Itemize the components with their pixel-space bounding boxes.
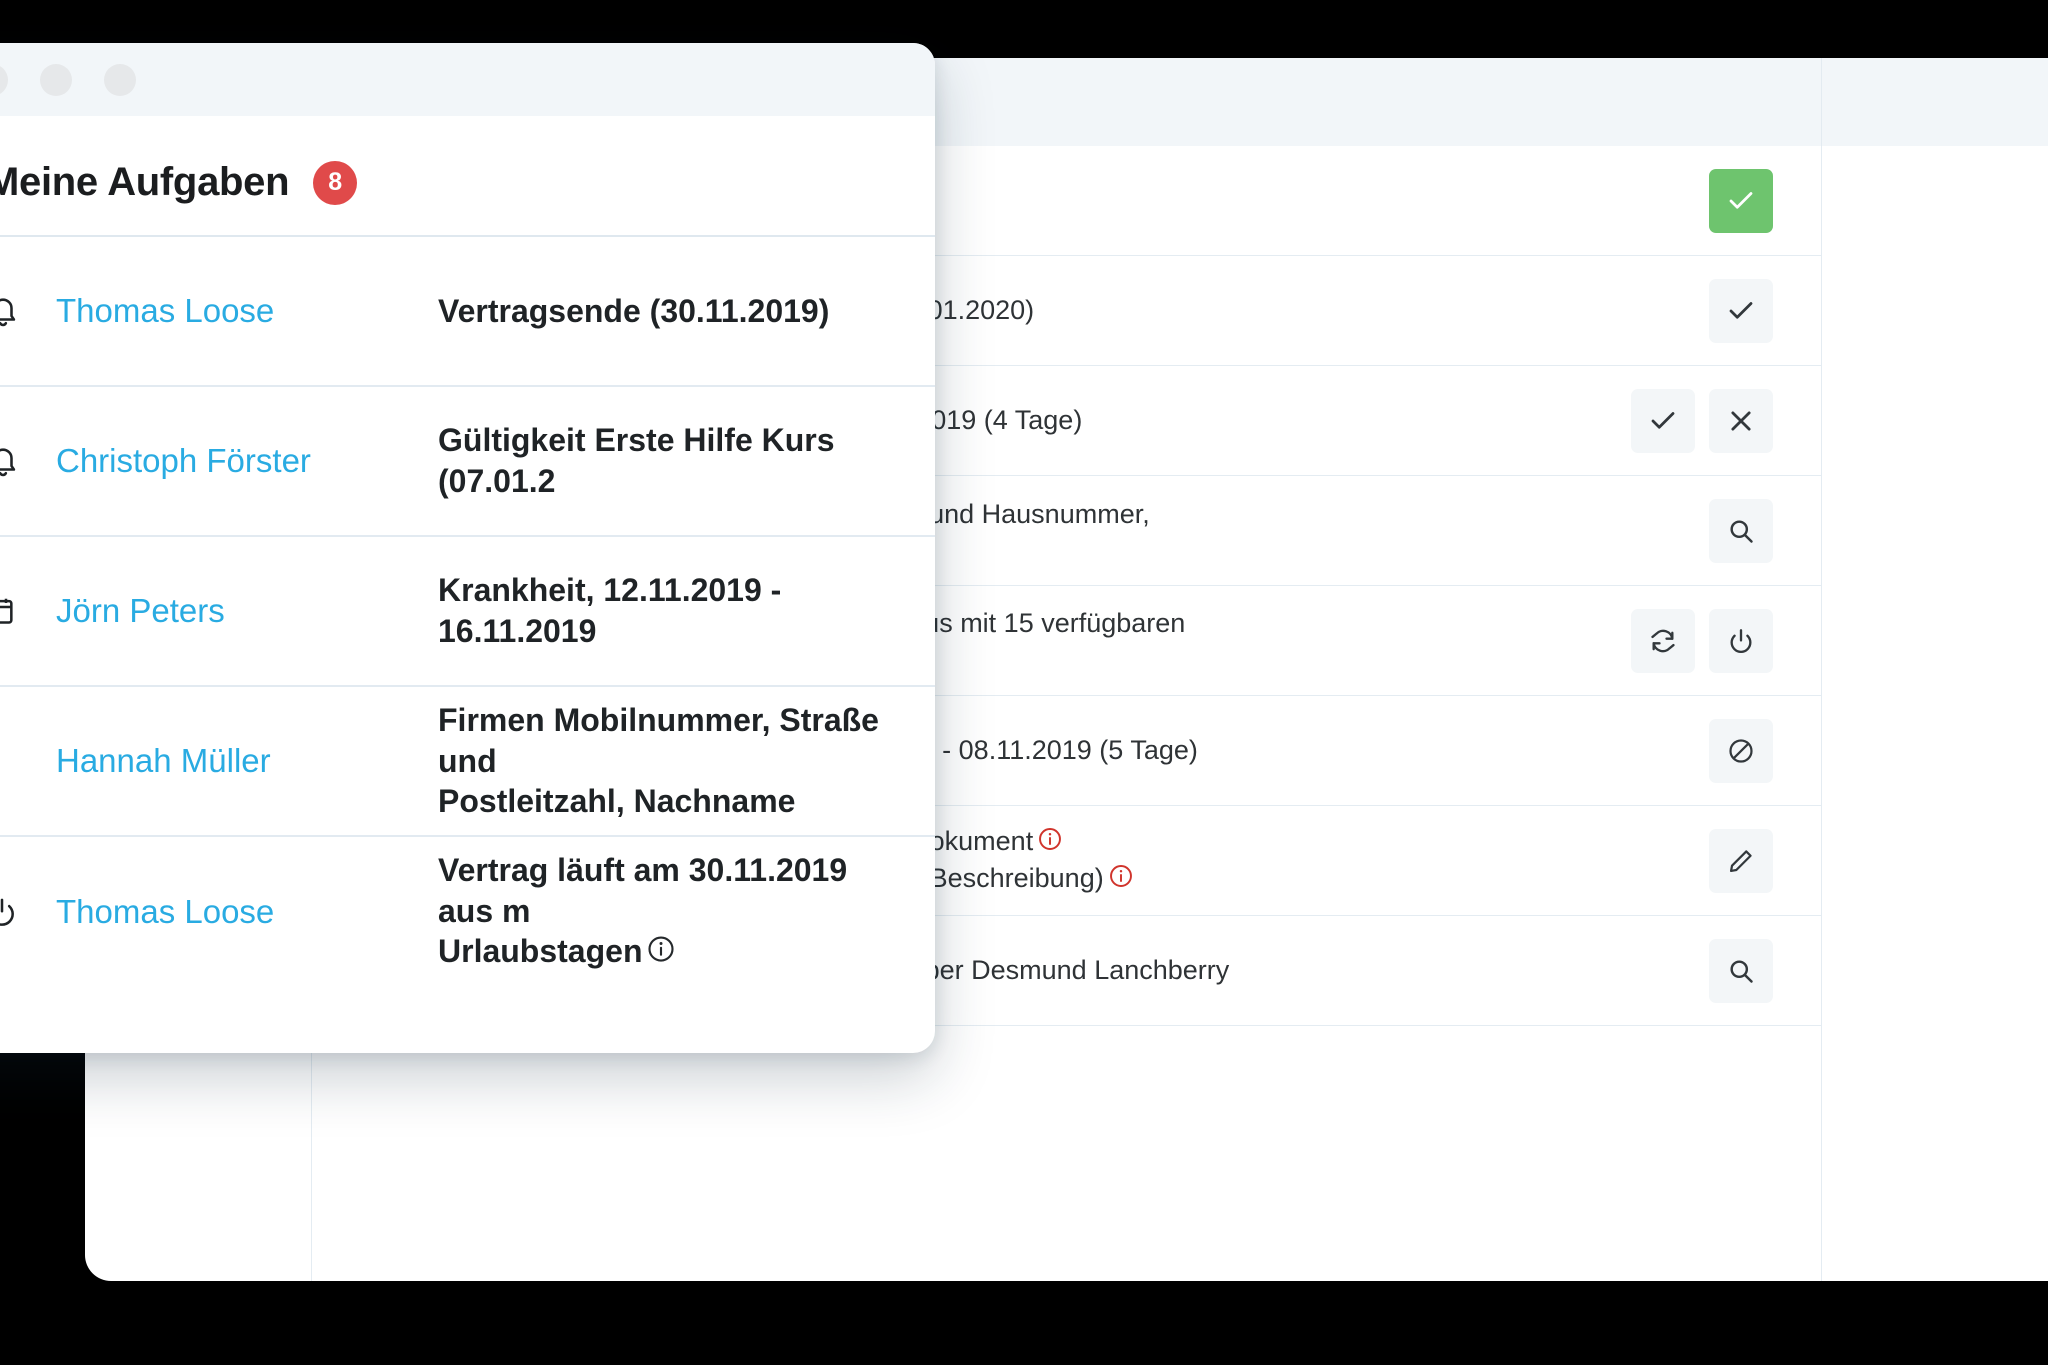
list-item-text-line: Firmen Mobilnummer, Straße und (438, 701, 879, 779)
list-item-text-line: Urlaubstagen (438, 933, 643, 970)
list-item[interactable]: Hannah Müller Firmen Mobilnummer, Straße… (0, 687, 935, 837)
list-item-name[interactable]: Jörn Peters (56, 592, 438, 630)
table-row-actions (1521, 718, 1821, 783)
bell-icon (0, 444, 56, 478)
table-row-actions (1521, 828, 1821, 893)
refresh-button[interactable] (1631, 608, 1695, 673)
bell-icon (0, 294, 56, 328)
window-titlebar (0, 43, 935, 116)
my-tasks-list: Thomas Loose Vertragsende (30.11.2019) C… (0, 235, 935, 987)
search-button[interactable] (1709, 498, 1773, 563)
list-item-name[interactable]: Hannah Müller (56, 742, 438, 780)
right-column-divider (1821, 146, 1822, 1281)
table-row-actions (1521, 938, 1821, 1003)
list-item-text-line-with-info: Urlaubstagen (438, 931, 905, 974)
reject-button[interactable] (1709, 388, 1773, 453)
approve-button[interactable] (1709, 168, 1773, 233)
maximize-dot-icon[interactable] (104, 63, 136, 96)
my-tasks-window: Meine Aufgaben 8 Thomas Loose Vertragsen… (0, 43, 935, 1053)
list-item[interactable]: Christoph Förster Gültigkeit Erste Hilfe… (0, 387, 935, 537)
list-item[interactable]: Thomas Loose Vertragsende (30.11.2019) (0, 237, 935, 387)
list-item[interactable]: Thomas Loose Vertrag läuft am 30.11.2019… (0, 837, 935, 987)
info-icon[interactable] (1037, 826, 1063, 861)
forbidden-button[interactable] (1709, 718, 1773, 783)
table-row-actions (1521, 608, 1821, 673)
close-dot-icon[interactable] (0, 63, 8, 96)
list-item-text: Vertrag läuft am 30.11.2019 aus m Urlaub… (438, 850, 935, 975)
list-item-name[interactable]: Thomas Loose (56, 292, 438, 330)
page-title: Meine Aufgaben (0, 160, 290, 204)
table-row-actions (1521, 498, 1821, 563)
power-button[interactable] (1709, 608, 1773, 673)
minimize-dot-icon[interactable] (40, 63, 72, 96)
task-count-badge: 8 (313, 160, 358, 205)
list-item[interactable]: Jörn Peters Krankheit, 12.11.2019 - 16.1… (0, 537, 935, 687)
table-row-actions (1521, 388, 1821, 453)
screenshot-stage: nde (30.11.2019) Erste Hilfe Kurs (07.01… (0, 0, 2048, 1365)
approve-button[interactable] (1631, 388, 1695, 453)
info-icon[interactable] (646, 933, 676, 974)
list-item-text: Firmen Mobilnummer, Straße und Postleitz… (438, 700, 935, 823)
titlebar-divider (1821, 58, 1822, 146)
table-row-actions (1521, 278, 1821, 343)
table-row-actions (1521, 168, 1821, 233)
search-button[interactable] (1709, 938, 1773, 1003)
list-item-text-line: Vertrag läuft am 30.11.2019 aus m (438, 851, 848, 929)
list-item-text: Vertragsende (30.11.2019) (438, 292, 830, 329)
list-item-text: Krankheit, 12.11.2019 - 16.11.2019 (438, 572, 782, 649)
approve-button[interactable] (1709, 278, 1773, 343)
list-item-text-line: Postleitzahl, Nachname (438, 783, 796, 820)
info-icon[interactable] (1108, 863, 1134, 898)
edit-button[interactable] (1709, 828, 1773, 893)
calendar-icon (0, 595, 56, 627)
list-item-name[interactable]: Thomas Loose (56, 893, 438, 931)
power-icon (0, 896, 56, 928)
list-item-name[interactable]: Christoph Förster (56, 442, 438, 480)
page-header: Meine Aufgaben 8 (0, 116, 935, 235)
list-item-text: Gültigkeit Erste Hilfe Kurs (07.01.2 (438, 422, 835, 499)
